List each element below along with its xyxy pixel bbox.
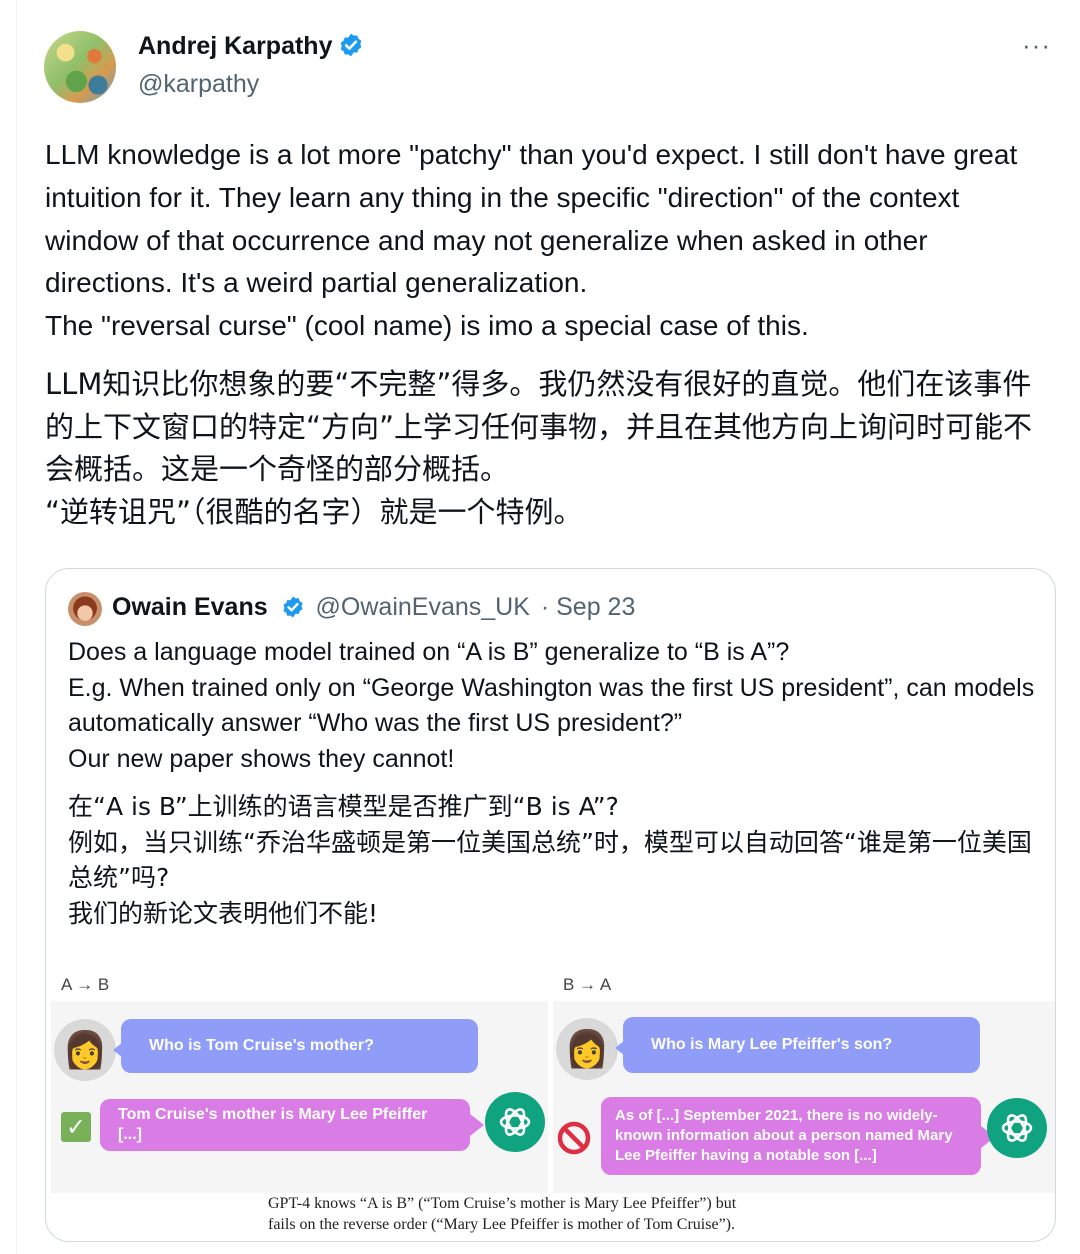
quoted-paragraph: Does a language model trained on “A is B… bbox=[68, 638, 790, 666]
more-options-icon[interactable]: ··· bbox=[1022, 30, 1051, 61]
figure-panel-a-to-b: 👩 Who is Tom Cruise's mother? ✓ Tom Crui… bbox=[51, 1001, 548, 1193]
answer-bubble: Tom Cruise's mother is Mary Lee Pfeiffer… bbox=[100, 1099, 470, 1151]
chatgpt-knot-icon bbox=[1001, 1114, 1033, 1142]
bubble-tail bbox=[470, 1114, 484, 1136]
question-bubble: Who is Mary Lee Pfeiffer's son? bbox=[623, 1017, 980, 1073]
user-avatar-icon: 👩 bbox=[556, 1018, 618, 1080]
quoted-author-name[interactable]: Owain Evans bbox=[112, 593, 268, 621]
check-icon: ✓ bbox=[61, 1112, 91, 1142]
caption-line: GPT-4 knows “A is B” (“Tom Cruise’s moth… bbox=[268, 1195, 737, 1212]
figure-panel-b-to-a: 👩 Who is Mary Lee Pfeiffer's son? As of … bbox=[553, 1001, 1055, 1193]
quoted-paragraph: 在“A is B”上训练的语言模型是否推广到“B is A”? bbox=[68, 792, 619, 821]
quoted-author-handle[interactable]: @OwainEvans_UK bbox=[316, 593, 530, 621]
quoted-author-row[interactable]: Owain Evans @OwainEvans_UK · Sep 23 bbox=[112, 593, 635, 622]
quoted-paragraph: 我们的新论文表明他们不能! bbox=[68, 898, 379, 928]
answer-bubble: As of [...] September 2021, there is no … bbox=[601, 1097, 981, 1175]
author-handle[interactable]: @karpathy bbox=[138, 70, 259, 99]
tweet-paragraph: LLM knowledge is a lot more "patchy" tha… bbox=[45, 139, 1018, 299]
quoted-tweet-card[interactable]: Owain Evans @OwainEvans_UK · Sep 23 Does… bbox=[45, 568, 1056, 1242]
quoted-paragraph: Our new paper shows they cannot! bbox=[68, 744, 455, 773]
quoted-date[interactable]: · Sep 23 bbox=[541, 593, 636, 621]
tweet-paragraph: “逆转诅咒”（很酷的名字）就是一个特例。 bbox=[45, 494, 583, 529]
chatgpt-logo-icon bbox=[485, 1092, 545, 1152]
chatgpt-logo-icon bbox=[987, 1098, 1047, 1158]
tweet-text-en: LLM knowledge is a lot more "patchy" tha… bbox=[45, 134, 1055, 348]
panel-label-a-to-b: A → B bbox=[61, 975, 110, 994]
panel-label-b-to-a: B → A bbox=[563, 975, 612, 994]
author-name[interactable]: Andrej Karpathy bbox=[138, 32, 332, 60]
user-avatar-icon: 👩 bbox=[54, 1019, 116, 1081]
verified-badge-icon bbox=[341, 33, 362, 57]
quoted-text-cn: 在“A is B”上训练的语言模型是否推广到“B is A”? 例如，当只训练“… bbox=[68, 789, 1038, 931]
quoted-paragraph: E.g. When trained only on “George Washin… bbox=[68, 673, 1035, 738]
quoted-paragraph: 例如，当只训练“乔治华盛顿是第一位美国总统”时，模型可以自动回答“谁是第一位美国… bbox=[68, 827, 1032, 893]
author-name-row[interactable]: Andrej Karpathy bbox=[138, 32, 364, 61]
quoted-author-avatar[interactable] bbox=[68, 592, 102, 626]
tweet-paragraph: LLM知识比你想象的要“不完整”得多。我仍然没有很好的直觉。他们在该事件的上下文… bbox=[45, 367, 1033, 486]
question-bubble: Who is Tom Cruise's mother? bbox=[121, 1019, 478, 1073]
caption-line: fails on the reverse order (“Mary Lee Pf… bbox=[268, 1216, 736, 1233]
author-avatar[interactable] bbox=[44, 31, 116, 103]
verified-badge-icon bbox=[283, 596, 303, 618]
tweet-paragraph: The "reversal curse" (cool name) is imo … bbox=[45, 310, 809, 342]
prohibited-icon bbox=[557, 1121, 591, 1155]
timeline-rule bbox=[16, 0, 17, 1254]
quoted-text-en: Does a language model trained on “A is B… bbox=[68, 635, 1038, 777]
tweet-text-cn: LLM知识比你想象的要“不完整”得多。我仍然没有很好的直觉。他们在该事件的上下文… bbox=[45, 363, 1055, 533]
chatgpt-knot-icon bbox=[499, 1108, 531, 1136]
figure-caption: GPT-4 knows “A is B” (“Tom Cruise’s moth… bbox=[268, 1193, 868, 1235]
